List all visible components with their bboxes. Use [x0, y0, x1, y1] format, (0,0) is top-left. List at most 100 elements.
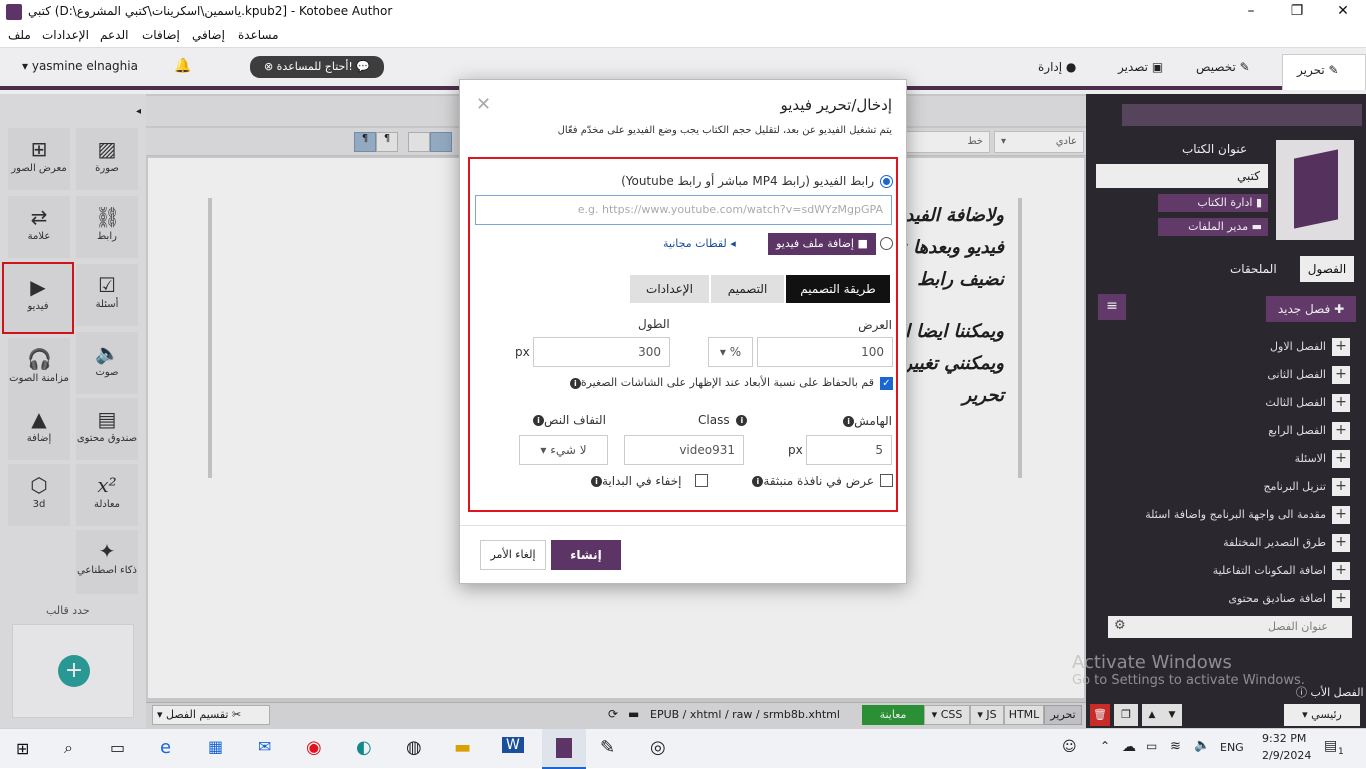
- width-input[interactable]: 100: [757, 337, 893, 367]
- width-unit-value: %: [729, 345, 742, 359]
- info-icon: i: [591, 476, 602, 487]
- maximize-button[interactable]: ❐: [1274, 0, 1320, 24]
- clock-date[interactable]: 2/9/2024: [1262, 749, 1311, 762]
- app-icon[interactable]: ◍: [406, 737, 422, 758]
- width-unit-select[interactable]: ▾ %: [708, 337, 753, 367]
- margin-label: الهامشi: [840, 414, 892, 428]
- hide-checkbox[interactable]: [695, 474, 708, 487]
- language-indicator[interactable]: ENG: [1220, 741, 1244, 754]
- help-button[interactable]: ⊗ أحتاج للمساعدة! 💬: [250, 56, 384, 78]
- chat-icon: 💬: [356, 60, 371, 73]
- info-icon: i: [843, 416, 855, 427]
- clock-time[interactable]: 9:32 PM: [1262, 732, 1306, 745]
- store-icon[interactable]: ▦: [208, 737, 223, 756]
- tab-edit[interactable]: تحرير ✎: [1282, 54, 1366, 90]
- caret-left-icon: ◂: [730, 237, 736, 250]
- upload-video-label: إضافة ملف فيديو: [776, 237, 854, 250]
- aspect-ratio-text: قم بالحفاظ على نسبة الأبعاد عند الإظهار …: [580, 376, 874, 389]
- kotobee-taskbar-icon[interactable]: [542, 729, 586, 769]
- cloud-icon: ☁: [1122, 739, 1136, 755]
- menu-addons[interactable]: إضافات: [142, 28, 180, 42]
- notification-icon[interactable]: ▤: [1324, 738, 1337, 754]
- upload-video-button[interactable]: إضافة ملف فيديو ■: [768, 233, 876, 255]
- popup-checkbox[interactable]: [880, 474, 893, 487]
- class-input[interactable]: video931: [624, 435, 744, 465]
- export-icon: ▣: [1151, 60, 1164, 74]
- minimize-button[interactable]: –: [1228, 0, 1274, 24]
- info-icon: i: [736, 415, 748, 426]
- popup-text: عرض في نافذة منبثقة: [763, 474, 874, 488]
- paint-icon[interactable]: ✎: [600, 737, 615, 758]
- class-text: Class: [698, 413, 730, 427]
- chevron-down-icon: ▾: [540, 443, 547, 457]
- chevron-down-icon: ▾: [719, 345, 726, 359]
- pencil-icon: ✎: [1328, 63, 1339, 77]
- windows-start-icon[interactable]: ⊞: [16, 739, 29, 758]
- tray-chevron-icon[interactable]: ⌃: [1100, 739, 1110, 753]
- margin-unit: px: [788, 443, 803, 457]
- tab-design-method[interactable]: طريقة التصميم: [786, 275, 890, 303]
- aspect-ratio-label: قم بالحفاظ على نسبة الأبعاد عند الإظهار …: [567, 376, 874, 389]
- bell-icon[interactable]: 🔔: [174, 58, 191, 74]
- edge-icon[interactable]: ◐: [356, 737, 372, 758]
- windows-taskbar: ⊞ ⌕ ▭ e ▦ ✉ ◉ ◐ ◍ ▬ W ✎ ◎ ☺ ⌃ ☁ ▭ ≋ 🔈 EN…: [0, 728, 1366, 769]
- wrap-label: التفاف النصi: [530, 413, 606, 427]
- user-menu[interactable]: ▾ yasmine elnaghia: [22, 59, 138, 73]
- file-explorer-icon[interactable]: ▬: [454, 737, 471, 758]
- menu-file[interactable]: ملف: [8, 28, 31, 42]
- menu-support[interactable]: الدعم: [100, 28, 128, 42]
- menu-help[interactable]: مساعدة: [238, 28, 279, 42]
- dialog-divider: [460, 525, 906, 526]
- url-placeholder: e.g. https://www.youtube.com/watch?v=sdW…: [577, 203, 883, 216]
- aspect-ratio-checkbox[interactable]: ✓: [880, 377, 893, 390]
- wrap-select[interactable]: ▾ لا شيء: [519, 435, 608, 465]
- url-radio[interactable]: [880, 175, 893, 188]
- video-url-input[interactable]: e.g. https://www.youtube.com/watch?v=sdW…: [475, 195, 892, 225]
- window-titlebar: كتبي (D:\ياسمين\اسكرينات\كتبي المشروع.kp…: [0, 0, 1366, 24]
- tab-settings[interactable]: الإعدادات: [630, 275, 709, 303]
- dialog-close-icon[interactable]: ✕: [476, 94, 491, 115]
- chrome-icon[interactable]: ◉: [306, 737, 322, 758]
- wifi-icon[interactable]: ≋: [1170, 739, 1181, 754]
- margin-input[interactable]: 5: [806, 435, 892, 465]
- task-view-icon[interactable]: ▭: [110, 738, 125, 757]
- volume-icon[interactable]: 🔈: [1194, 738, 1210, 753]
- battery-icon: ▭: [1146, 739, 1158, 753]
- menu-settings[interactable]: الإعدادات: [42, 28, 89, 42]
- dialog-title: إدخال/تحرير فيديو: [780, 96, 893, 114]
- search-icon[interactable]: ⌕: [64, 738, 73, 758]
- wrap-value: لا شيء: [550, 443, 587, 457]
- people-icon[interactable]: ☺: [1062, 739, 1077, 755]
- app-logo-icon: [6, 4, 22, 20]
- obs-icon[interactable]: ◎: [650, 737, 666, 758]
- word-icon[interactable]: W: [502, 737, 524, 753]
- video-dialog: ✕ إدخال/تحرير فيديو يتم تشغيل الفيديو عن…: [459, 79, 907, 584]
- menu-extra[interactable]: إضافي: [192, 28, 225, 42]
- tab-customize[interactable]: تخصيص ✎: [1196, 60, 1250, 74]
- info-icon: i: [533, 415, 544, 426]
- brush-icon: ✎: [1239, 60, 1250, 74]
- free-clips-link[interactable]: لقطات مجانية ◂: [663, 237, 736, 250]
- cancel-button[interactable]: إلغاء الأمر: [480, 540, 546, 570]
- user-name: yasmine elnaghia: [31, 59, 138, 73]
- close-button[interactable]: ✕: [1320, 0, 1366, 24]
- popup-label: عرض في نافذة منبثقةi: [749, 474, 874, 488]
- mail-icon[interactable]: ✉: [258, 737, 271, 756]
- width-label: العرض: [858, 318, 892, 332]
- window-title: كتبي (D:\ياسمين\اسكرينات\كتبي المشروع.kp…: [28, 4, 393, 18]
- margin-text: الهامش: [854, 414, 892, 428]
- create-button[interactable]: إنشاء: [551, 540, 621, 570]
- tab-export[interactable]: تصدير ▣: [1118, 60, 1163, 74]
- info-icon: i: [569, 377, 581, 389]
- tab-edit-label: تحرير: [1297, 63, 1325, 77]
- wrap-text: التفاف النص: [544, 413, 606, 427]
- edge-legacy-icon[interactable]: e: [160, 737, 171, 758]
- height-input[interactable]: 300: [533, 337, 670, 367]
- upload-radio[interactable]: [880, 237, 893, 250]
- dialog-subtitle: يتم تشغيل الفيديو عن بعد، لتقليل حجم الك…: [557, 125, 892, 136]
- video-camera-icon: ■: [857, 237, 868, 250]
- tab-manage[interactable]: إدارة ●: [1038, 60, 1076, 74]
- tab-design[interactable]: التصميم: [711, 275, 784, 303]
- hide-label: إخفاء في البدايةi: [588, 474, 682, 488]
- height-label: الطول: [638, 317, 670, 331]
